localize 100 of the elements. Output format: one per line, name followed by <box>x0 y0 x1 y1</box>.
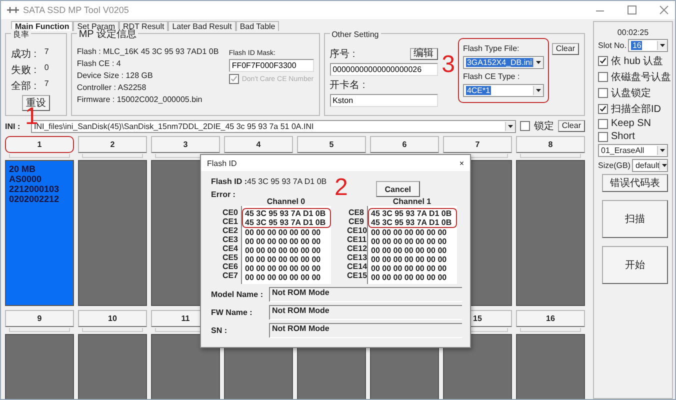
stat-label: 失败 : <box>11 64 37 77</box>
app-icon <box>7 6 19 14</box>
slot-no-select[interactable]: 16 <box>628 39 668 52</box>
clear-button[interactable]: Clear <box>552 43 579 55</box>
checkbox-label: 扫描全部ID <box>611 102 661 116</box>
mode-select[interactable]: 01_EraseAll <box>598 144 668 157</box>
dropdown-arrow-icon[interactable] <box>532 86 543 95</box>
field-label: Model Name : <box>211 290 264 299</box>
tab[interactable]: Main Function <box>11 21 74 31</box>
slot-header[interactable]: 3 <box>151 136 220 153</box>
id-value: 00 00 00 00 00 00 00 <box>245 255 321 264</box>
id-value: 00 00 00 00 00 00 00 <box>245 273 321 282</box>
tab[interactable]: Later Bad Result <box>168 21 236 31</box>
stat-label: 成功 : <box>11 48 37 61</box>
ce-label: CE3 <box>221 235 238 244</box>
card-name-label: 开卡名 : <box>330 78 366 92</box>
ce-label: CE7 <box>221 271 238 280</box>
ce-label: CE8 <box>347 208 364 217</box>
edit-button[interactable]: 编辑 <box>410 48 438 60</box>
card-name-field[interactable]: Kston <box>330 94 438 107</box>
ini-label: INI : <box>5 122 22 130</box>
slot-header[interactable]: 5 <box>297 136 366 153</box>
checkbox[interactable] <box>598 118 608 128</box>
slot-header[interactable]: 2 <box>78 136 147 153</box>
checkbox[interactable] <box>598 88 608 98</box>
info-line: Controller : AS2258 <box>76 83 148 92</box>
dropdown-arrow-icon[interactable] <box>657 146 667 155</box>
ce-label: CE0 <box>221 208 238 217</box>
value-field: Not ROM Mode <box>269 323 462 338</box>
stat-value: 7 <box>44 47 49 58</box>
ce-label: CE5 <box>221 253 238 262</box>
field-label: SN : <box>211 326 228 335</box>
clear-button[interactable]: Clear <box>558 120 585 132</box>
start-button[interactable]: 开始 <box>602 246 668 284</box>
id-value: 00 00 00 00 00 00 00 <box>371 237 447 246</box>
slot-header[interactable]: 6 <box>370 136 439 153</box>
flash-type-select[interactable]: 3GA152X4_DB.ini <box>462 56 544 69</box>
value-field: Not ROM Mode <box>269 287 462 302</box>
serial-field[interactable]: 00000000000000000026 <box>330 63 438 76</box>
checkbox[interactable] <box>598 104 608 114</box>
checkbox[interactable] <box>598 132 608 142</box>
checkbox-label: 认盘锁定 <box>611 86 651 100</box>
maximize-button[interactable] <box>627 5 637 15</box>
slot-header[interactable]: 1 <box>5 136 74 153</box>
dropdown-arrow-icon[interactable] <box>657 41 667 50</box>
group-title: 良率 <box>11 29 31 40</box>
ce-label: CE4 <box>221 244 238 253</box>
error-code-button[interactable]: 错误代码表 <box>602 174 668 192</box>
cancel-button[interactable]: Cancel <box>376 181 420 197</box>
id-value: 00 00 00 00 00 00 00 <box>371 255 447 264</box>
ce-label: CE9 <box>347 217 364 226</box>
dropdown-arrow-icon[interactable] <box>659 161 668 170</box>
tab[interactable]: Bad Table <box>236 21 280 31</box>
close-button[interactable]: × <box>459 158 464 168</box>
slot-header[interactable]: 8 <box>516 136 585 153</box>
flash-id-label: Flash ID : <box>211 177 248 186</box>
slot-info: 0202002212 <box>9 194 60 204</box>
checkbox-label: Short <box>611 131 635 142</box>
ce-label: CE6 <box>221 262 238 271</box>
ce-label: CE2 <box>221 226 238 235</box>
size-label: Size(GB) <box>598 161 630 170</box>
group-title: Other Setting <box>330 29 381 40</box>
dropdown-arrow-icon[interactable] <box>504 122 515 130</box>
id-value: 00 00 00 00 00 00 00 <box>371 228 447 237</box>
scan-button[interactable]: 扫描 <box>602 200 668 238</box>
id-value: 45 3C 95 93 7A D1 0B <box>245 209 326 218</box>
flash-type-label: Flash Type File: <box>462 44 520 53</box>
stat-label: 全部 : <box>11 80 37 93</box>
ce-label: CE11 <box>347 235 364 244</box>
slot-header[interactable]: 10 <box>78 310 147 327</box>
ce-type-label: Flash CE Type : <box>462 72 521 81</box>
id-value: 00 00 00 00 00 00 00 <box>245 228 321 237</box>
slot-header[interactable]: 16 <box>516 310 585 327</box>
value-field: Not ROM Mode <box>269 305 462 320</box>
slot-header[interactable]: 7 <box>443 136 512 153</box>
info-line: Firmware : 15002C002_000005.bin <box>76 95 204 104</box>
slot-header[interactable]: 4 <box>224 136 293 153</box>
mask-field[interactable]: FF0F7F000F3300 <box>228 59 314 72</box>
error-label: Error : <box>211 190 236 199</box>
id-value: 45 3C 95 93 7A D1 0B <box>371 209 452 218</box>
close-button[interactable] <box>659 5 669 15</box>
id-value: 00 00 00 00 00 00 00 <box>245 237 321 246</box>
checkbox-label: 依磁盘号认盘 <box>611 71 671 84</box>
checkbox[interactable] <box>598 56 608 66</box>
checkbox-label: 锁定 <box>534 120 554 133</box>
id-value: 00 00 00 00 00 00 00 <box>371 246 447 255</box>
ce-type-select[interactable]: 4CE*1 <box>462 84 544 97</box>
slot-info: 20 MB <box>9 164 37 174</box>
dropdown-arrow-icon[interactable] <box>532 58 543 67</box>
slot-header[interactable]: 9 <box>5 310 74 327</box>
checkbox[interactable] <box>520 121 530 131</box>
slot-info: 2212000103 <box>9 184 60 194</box>
info-line: Flash : MLC_16K 45 3C 95 93 7AD1 0B <box>76 47 220 56</box>
id-value: 00 00 00 00 00 00 00 <box>245 264 321 273</box>
checkbox[interactable] <box>598 72 608 82</box>
flash-id-value: 45 3C 95 93 7A D1 0B <box>247 177 327 186</box>
id-value: 45 3C 95 93 7A D1 0B <box>245 218 326 227</box>
id-value: 00 00 00 00 00 00 00 <box>245 246 321 255</box>
size-select[interactable]: default <box>632 159 668 172</box>
annotation-number: 3 <box>442 54 455 76</box>
